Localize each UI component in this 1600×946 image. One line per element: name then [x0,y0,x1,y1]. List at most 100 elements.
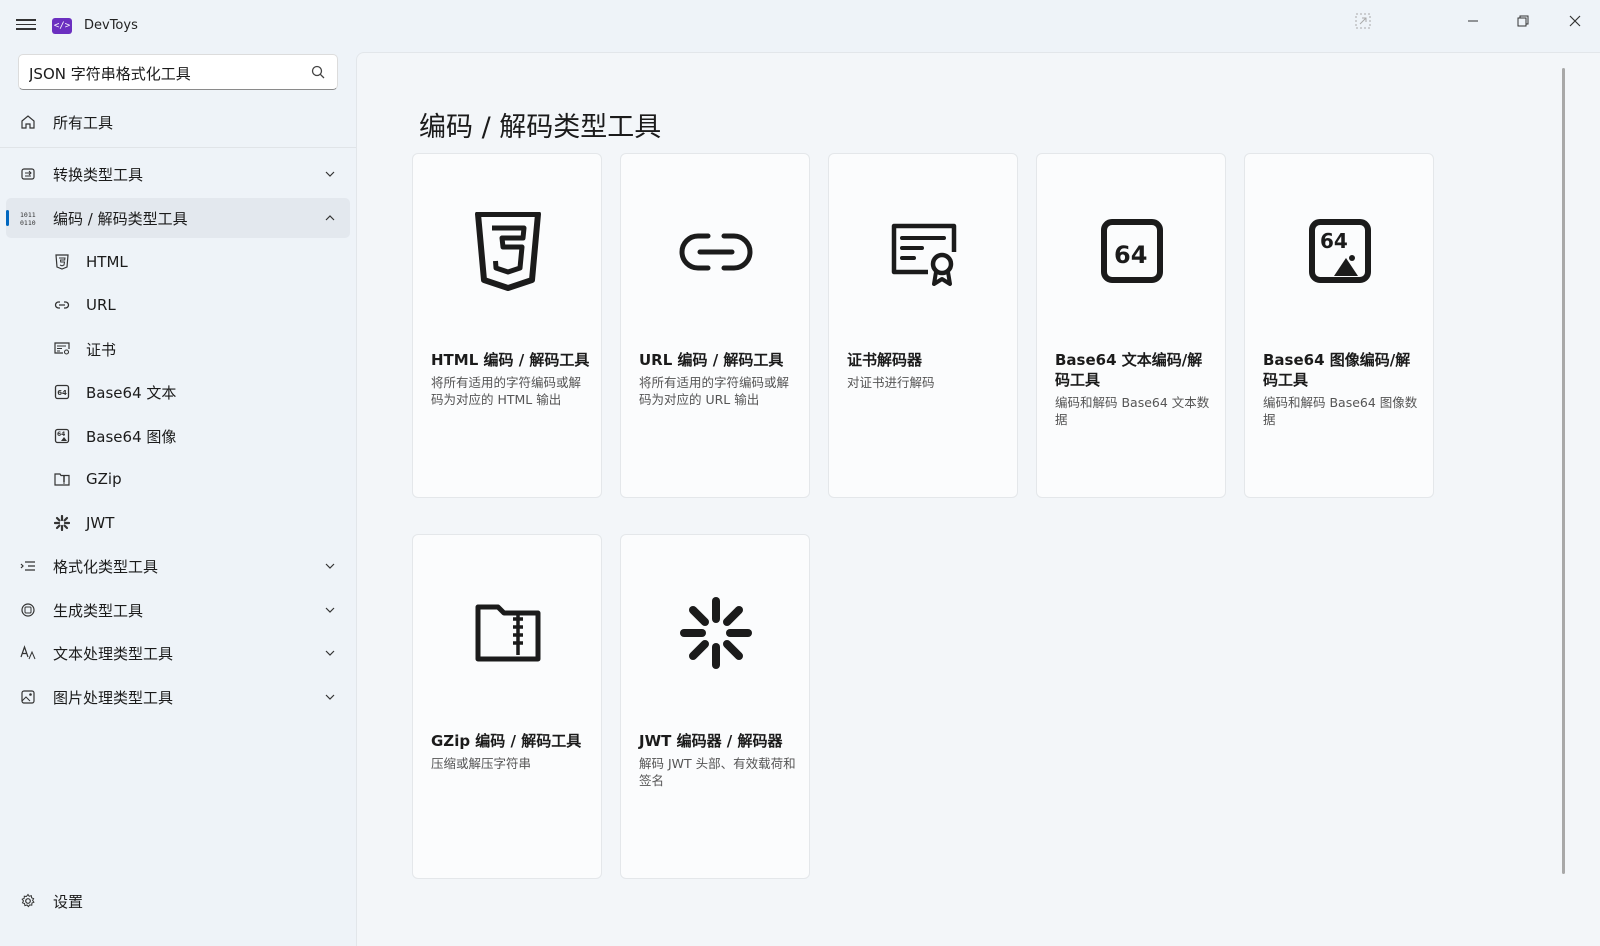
generator-icon [21,603,35,617]
sidebar-item-label: 图片处理类型工具 [53,688,174,707]
card-description: 编码和解码 Base64 图像数据 [1263,395,1418,427]
sidebar-item-certificate[interactable]: 证书 [6,329,350,369]
sidebar-item-label: 证书 [86,340,117,359]
svg-text:64: 64 [1114,241,1147,269]
hamburger-menu-icon[interactable] [16,16,36,36]
tool-card-gzip[interactable]: GZip 编码 / 解码工具 压缩或解压字符串 [412,534,602,879]
sidebar-item-jwt[interactable]: JWT [6,503,350,543]
sidebar-item-formatters[interactable]: 格式化类型工具 [6,546,350,586]
minimize-icon [1468,20,1478,22]
chevron-down-icon [325,607,335,613]
compact-overlay-icon [1355,13,1371,29]
search-box[interactable] [18,54,338,90]
tool-card-base64-image[interactable]: 64 Base64 图像编码/解码工具 编码和解码 Base64 图像数据 [1244,153,1434,498]
tool-card-url[interactable]: URL 编码 / 解码工具 将所有适用的字符编码或解码为对应的 URL 输出 [620,153,810,498]
sidebar-item-encoders-decoders[interactable]: 1011 0110 编码 / 解码类型工具 [6,198,350,238]
image-icon [21,690,35,704]
title-bar: </> DevToys [0,0,1600,52]
sidebar-item-converters[interactable]: 转换类型工具 [6,154,350,194]
base64-text-icon: 64 [1101,219,1163,283]
card-title: URL 编码 / 解码工具 [639,351,784,369]
svg-text:64: 64 [57,431,65,438]
svg-text:0110: 0110 [20,219,36,226]
svg-text:64: 64 [1320,229,1348,253]
card-title: HTML 编码 / 解码工具 [431,351,590,369]
app-title: DevToys [84,18,138,33]
sidebar-item-label: HTML [86,253,128,271]
sidebar-item-label: 格式化类型工具 [53,557,159,576]
sidebar: 所有工具 转换类型工具 10110110 编码 / 解码类型工具 HTML UR… [0,52,356,946]
tool-card-certificate[interactable]: 证书解码器 对证书进行解码 [828,153,1018,498]
sidebar-item-url[interactable]: URL [6,285,350,325]
sidebar-divider [0,147,356,148]
page-title: 编码 / 解码类型工具 [419,112,662,143]
sidebar-item-base64-image[interactable]: 64 Base64 图像 [6,416,350,456]
sidebar-item-label: Base64 文本 [86,383,177,402]
selection-indicator [6,210,9,226]
sidebar-item-text[interactable]: 文本处理类型工具 [6,633,350,673]
sidebar-item-all-tools[interactable]: 所有工具 [6,102,350,142]
html5-icon [55,254,69,270]
sidebar-item-label: URL [86,296,116,314]
sidebar-item-label: 编码 / 解码类型工具 [53,209,188,228]
sidebar-item-label: 转换类型工具 [53,165,144,184]
sidebar-item-settings[interactable]: 设置 [6,881,350,921]
card-description: 对证书进行解码 [847,375,935,390]
base64-text-icon: 64 [54,384,70,400]
card-title: GZip 编码 / 解码工具 [431,732,582,750]
home-icon [21,115,35,129]
svg-text:64: 64 [57,389,67,397]
card-description: 压缩或解压字符串 [431,756,532,771]
sidebar-item-label: 文本处理类型工具 [53,644,174,663]
card-title: Base64 图像编码/解码工具 [1263,351,1411,389]
close-icon [1569,15,1581,27]
sidebar-item-generators[interactable]: 生成类型工具 [6,590,350,630]
jwt-icon [680,597,752,669]
search-icon[interactable] [311,65,325,79]
scrollbar[interactable] [1562,68,1565,874]
converter-icon [21,168,35,180]
sidebar-item-label: Base64 图像 [86,427,177,446]
compact-overlay-button[interactable] [1340,6,1386,36]
card-title: JWT 编码器 / 解码器 [639,732,783,750]
gear-icon [21,893,35,908]
card-description: 将所有适用的字符编码或解码为对应的 HTML 输出 [431,375,582,407]
sidebar-item-label: 生成类型工具 [53,601,144,620]
gzip-icon [54,473,70,486]
sidebar-item-label: 设置 [53,892,84,911]
gzip-icon [475,604,541,662]
binary-icon: 10110110 [20,211,36,226]
card-title: Base64 文本编码/解码工具 [1055,351,1203,389]
sidebar-item-graphic[interactable]: 图片处理类型工具 [6,677,350,717]
chevron-up-icon [325,215,335,221]
card-title: 证书解码器 [847,351,923,369]
close-button[interactable] [1552,6,1598,36]
certificate-icon [54,342,70,355]
devtoys-logo-icon: </> [52,18,72,34]
sidebar-item-label: 所有工具 [53,113,114,132]
card-description: 编码和解码 Base64 文本数据 [1055,395,1210,427]
sidebar-item-label: JWT [86,514,115,532]
minimize-button[interactable] [1450,6,1496,36]
sidebar-item-base64-text[interactable]: 64 Base64 文本 [6,372,350,412]
sidebar-item-html[interactable]: HTML [6,242,350,282]
restore-icon [1517,15,1529,27]
tool-card-jwt[interactable]: JWT 编码器 / 解码器 解码 JWT 头部、有效载荷和签名 [620,534,810,879]
main-content: 编码 / 解码类型工具 HTML 编码 / 解码工具 将所有适用的字符编码或解码… [356,52,1600,946]
sidebar-item-gzip[interactable]: GZip [6,459,350,499]
chevron-down-icon [325,694,335,700]
link-icon [54,301,70,309]
restore-button[interactable] [1500,6,1546,36]
tool-card-html[interactable]: HTML 编码 / 解码工具 将所有适用的字符编码或解码为对应的 HTML 输出 [412,153,602,498]
jwt-icon [54,515,70,531]
text-icon [20,645,36,660]
search-input[interactable] [29,62,299,84]
formatter-icon [20,561,35,571]
card-description: 解码 JWT 头部、有效载荷和签名 [639,756,796,788]
tool-card-base64-text[interactable]: 64 Base64 文本编码/解码工具 编码和解码 Base64 文本数据 [1036,153,1226,498]
chevron-down-icon [325,171,335,177]
link-icon [679,233,753,271]
html5-icon [475,212,541,291]
base64-image-icon: 64 [1309,219,1371,283]
certificate-icon [891,223,957,286]
